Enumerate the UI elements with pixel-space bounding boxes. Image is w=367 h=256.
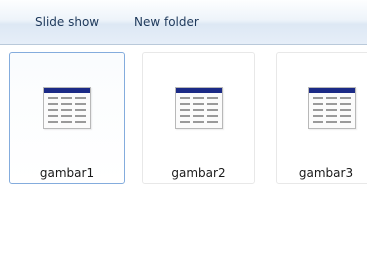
file-item-gambar1[interactable]: gambar1 bbox=[9, 52, 125, 184]
command-bar: Slide show New folder bbox=[0, 0, 367, 45]
new-folder-button[interactable]: New folder bbox=[134, 14, 199, 30]
spreadsheet-thumbnail-icon bbox=[308, 87, 356, 129]
file-item-gambar2[interactable]: gambar2 bbox=[142, 52, 255, 184]
file-view: gambar1 gambar2 gambar3 bbox=[0, 45, 367, 256]
spreadsheet-thumbnail-icon bbox=[43, 87, 91, 129]
file-name-label: gambar1 bbox=[39, 166, 95, 180]
file-name-label: gambar3 bbox=[298, 166, 354, 180]
slide-show-button[interactable]: Slide show bbox=[35, 14, 99, 30]
file-item-gambar3[interactable]: gambar3 bbox=[276, 52, 367, 184]
spreadsheet-thumbnail-icon bbox=[175, 87, 223, 129]
file-name-label: gambar2 bbox=[171, 166, 226, 180]
